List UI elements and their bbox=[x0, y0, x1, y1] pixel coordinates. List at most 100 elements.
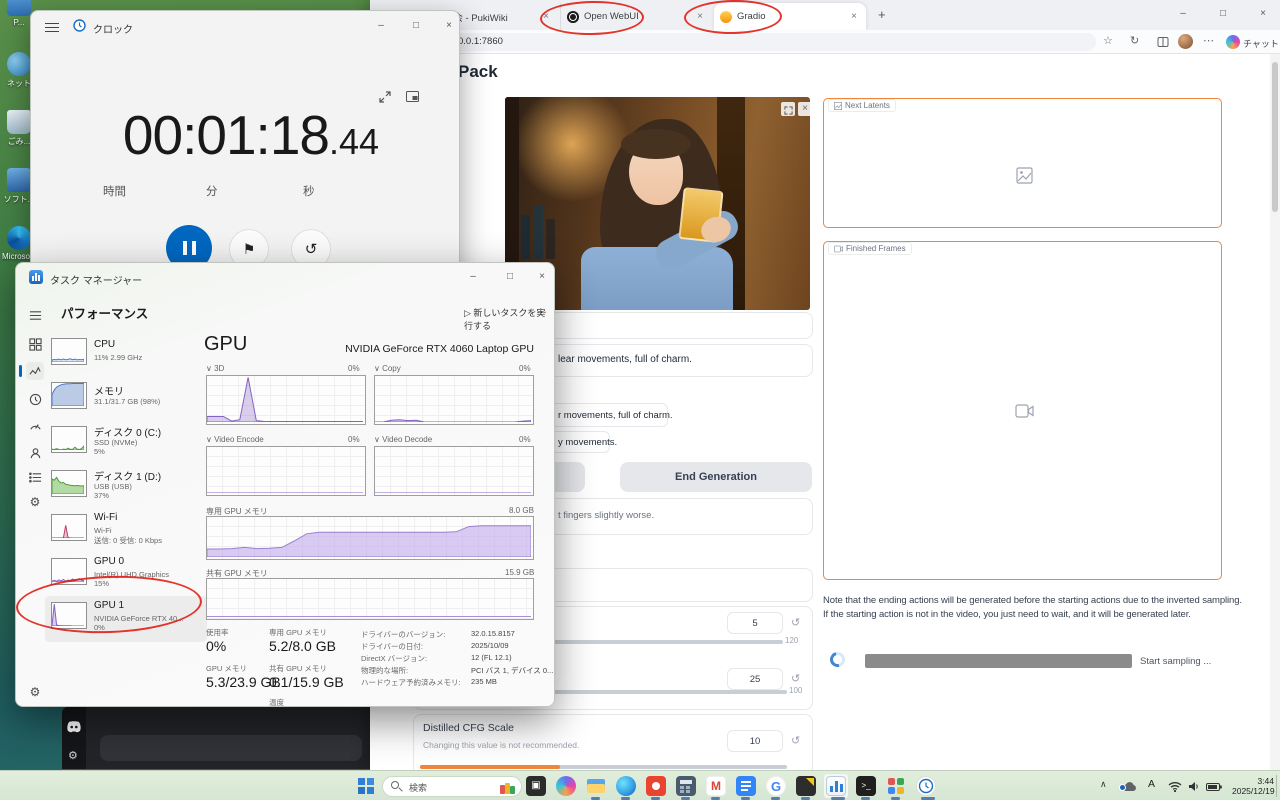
window-close-button[interactable]: × bbox=[1250, 8, 1276, 19]
disk0-item-detail: SSD (NVMe) bbox=[94, 438, 137, 447]
shared-stat-label: 共有 GPU メモリ bbox=[269, 663, 327, 674]
cfg-slider[interactable] bbox=[420, 765, 787, 769]
discord-window: ⚙ bbox=[62, 707, 376, 769]
gpu-copy-value: 0% bbox=[519, 364, 531, 373]
video-length-input[interactable]: 5 bbox=[727, 612, 783, 634]
directx-value: 12 (FL 12.1) bbox=[471, 653, 512, 662]
docs-icon[interactable] bbox=[736, 776, 756, 796]
window-close-button[interactable]: × bbox=[529, 271, 555, 282]
nav-app-history-icon[interactable] bbox=[26, 390, 44, 408]
end-generation-button[interactable]: End Generation bbox=[620, 462, 812, 492]
settings-gear-icon[interactable]: ⚙ bbox=[26, 683, 44, 701]
wifi-item-label[interactable]: Wi-Fi bbox=[94, 512, 117, 523]
gpu0-item-label[interactable]: GPU 0 bbox=[94, 556, 124, 567]
app-grid-icon[interactable] bbox=[886, 776, 906, 796]
steps-input[interactable]: 25 bbox=[727, 668, 783, 690]
cpu-thumbnail[interactable] bbox=[51, 338, 87, 365]
memory-item-label[interactable]: メモリ bbox=[94, 383, 124, 398]
gmail-icon[interactable]: M bbox=[706, 776, 726, 796]
copilot-chat-label[interactable]: チャット bbox=[1243, 37, 1279, 50]
nav-performance-icon[interactable] bbox=[26, 362, 44, 380]
favorites-star-icon[interactable]: ☆ bbox=[1103, 34, 1113, 47]
address-bar[interactable]: 0.0.1:7860 bbox=[436, 33, 1096, 51]
settings-gear-icon[interactable]: ⚙ bbox=[68, 749, 78, 762]
window-close-button[interactable]: × bbox=[436, 20, 462, 31]
disk1-thumbnail[interactable] bbox=[51, 470, 87, 497]
nav-menu-icon[interactable] bbox=[26, 306, 44, 324]
google-icon[interactable]: G bbox=[766, 776, 786, 796]
cfg-info: Changing this value is not recommended. bbox=[423, 740, 579, 750]
window-minimize-button[interactable]: – bbox=[368, 20, 394, 31]
discord-message-input[interactable] bbox=[100, 735, 362, 761]
window-maximize-button[interactable]: □ bbox=[403, 20, 429, 31]
nav-services-icon[interactable]: ⚙ bbox=[26, 493, 44, 511]
nav-processes-icon[interactable] bbox=[26, 335, 44, 353]
window-maximize-button[interactable]: □ bbox=[1210, 8, 1236, 19]
memory-thumbnail[interactable] bbox=[51, 382, 87, 409]
reset-icon[interactable]: ↺ bbox=[791, 672, 800, 685]
physical-location-label: 物理的な場所: bbox=[361, 665, 408, 676]
image-clear-icon[interactable]: × bbox=[798, 102, 810, 116]
calculator-icon[interactable] bbox=[676, 776, 696, 796]
wifi-icon[interactable] bbox=[1168, 779, 1182, 797]
profile-avatar[interactable] bbox=[1178, 34, 1193, 49]
task-manager-icon[interactable] bbox=[826, 776, 846, 796]
nav-details-icon[interactable] bbox=[26, 468, 44, 486]
reset-icon[interactable]: ↺ bbox=[791, 616, 800, 629]
gpu-decode-label: Video Decode bbox=[382, 435, 432, 444]
widgets-icon[interactable]: ▣ bbox=[526, 776, 546, 796]
hint-text: t fingers slightly worse. bbox=[558, 510, 654, 521]
picture-in-picture-icon[interactable] bbox=[406, 91, 419, 102]
cfg-input[interactable]: 10 bbox=[727, 730, 783, 752]
disk0-thumbnail[interactable] bbox=[51, 426, 87, 453]
window-minimize-button[interactable]: – bbox=[1170, 8, 1196, 19]
search-box[interactable]: 検索 bbox=[382, 776, 522, 797]
globe-icon bbox=[7, 52, 31, 76]
more-options-button[interactable]: … bbox=[536, 304, 547, 316]
volume-icon[interactable] bbox=[1188, 779, 1200, 797]
battery-icon[interactable] bbox=[1206, 779, 1222, 797]
window-maximize-button[interactable]: □ bbox=[497, 271, 523, 282]
task-manager-window: タスク マネージャー – □ × ⚙ ⚙ パフォーマンス ▷ 新しいタスクを実行… bbox=[15, 262, 555, 707]
code-app-icon[interactable] bbox=[796, 776, 816, 796]
collections-icon[interactable]: ↻ bbox=[1130, 34, 1139, 47]
running-indicator bbox=[741, 797, 750, 800]
split-screen-icon[interactable] bbox=[1157, 36, 1169, 48]
nav-startup-icon[interactable] bbox=[26, 417, 44, 435]
wifi-thumbnail[interactable] bbox=[51, 514, 87, 541]
clock-app-icon[interactable] bbox=[916, 776, 936, 796]
cpu-item-label[interactable]: CPU bbox=[94, 339, 115, 350]
driver-version-label: ドライバーのバージョン: bbox=[361, 629, 445, 640]
disk0-item-label[interactable]: ディスク 0 (C:) bbox=[94, 424, 161, 439]
show-desktop-divider[interactable] bbox=[1276, 775, 1277, 797]
running-indicator bbox=[651, 797, 660, 800]
scrollbar[interactable] bbox=[1270, 54, 1280, 770]
edge-icon[interactable] bbox=[616, 776, 636, 796]
photos-app-icon[interactable] bbox=[646, 776, 666, 796]
hamburger-menu-icon[interactable] bbox=[45, 20, 59, 35]
file-explorer-icon[interactable] bbox=[586, 776, 606, 796]
nav-users-icon[interactable] bbox=[26, 444, 44, 462]
start-button[interactable] bbox=[358, 778, 374, 794]
discord-logo-icon[interactable] bbox=[66, 721, 82, 733]
expand-icon[interactable] bbox=[379, 91, 391, 103]
photo-bottle bbox=[546, 219, 555, 259]
scrollbar-thumb[interactable] bbox=[1272, 62, 1278, 212]
reset-icon[interactable]: ↺ bbox=[791, 734, 800, 747]
next-latents-box bbox=[823, 98, 1222, 228]
more-menu-icon[interactable]: ⋯ bbox=[1203, 34, 1214, 47]
tray-clock[interactable]: 3:44 2025/12/19 bbox=[1232, 776, 1274, 796]
copilot-icon[interactable] bbox=[556, 776, 576, 796]
onedrive-cloud-icon[interactable] bbox=[1122, 779, 1137, 797]
window-minimize-button[interactable]: – bbox=[460, 271, 486, 282]
terminal-icon[interactable]: >_ bbox=[856, 776, 876, 796]
tab-close-icon[interactable]: × bbox=[848, 11, 860, 22]
directx-label: DirectX バージョン: bbox=[361, 653, 427, 664]
new-tab-button[interactable]: + bbox=[878, 7, 886, 22]
image-fullscreen-icon[interactable] bbox=[781, 102, 795, 116]
ime-indicator[interactable]: A bbox=[1148, 778, 1155, 790]
copilot-icon[interactable] bbox=[1226, 35, 1240, 49]
tray-chevron-icon[interactable]: ∧ bbox=[1100, 779, 1107, 790]
chip-text: r movements, full of charm. bbox=[558, 410, 673, 421]
disk1-item-label[interactable]: ディスク 1 (D:) bbox=[94, 468, 161, 483]
